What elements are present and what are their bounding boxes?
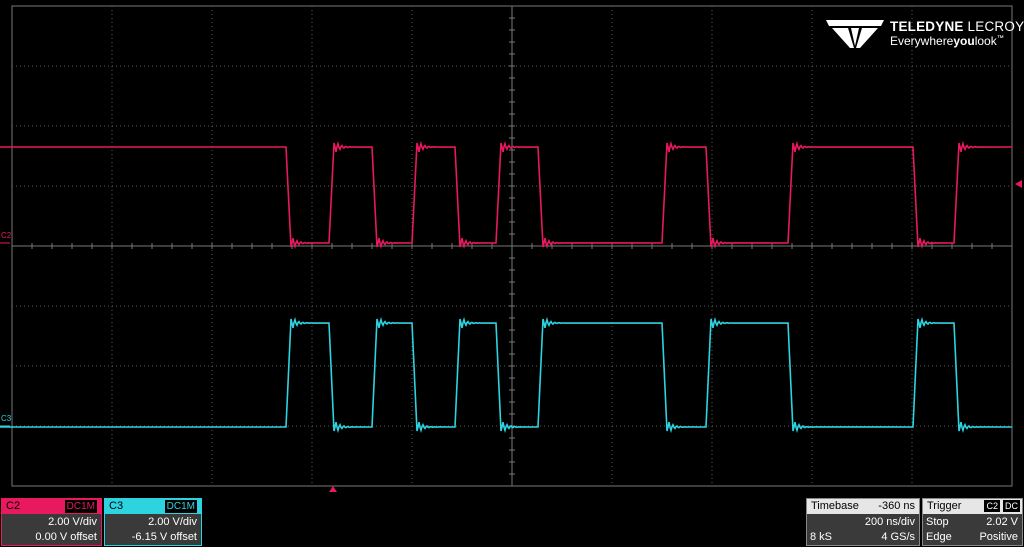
brand-name: TELEDYNE LECROY: [890, 19, 1024, 34]
trace-c2: [0, 140, 1013, 250]
timebase-rate: 4 GS/s: [881, 531, 915, 543]
graticule: [11, 5, 1013, 487]
c3-descriptor-header: C3 DC1M: [105, 499, 201, 514]
teledyne-logo-icon: [826, 20, 884, 48]
timebase-header: Timebase -360 ns: [807, 499, 919, 514]
trigger-position-marker[interactable]: [329, 486, 337, 492]
scope-display: [0, 5, 1022, 492]
trace-c3-path: [0, 316, 1013, 434]
trace-c3: [0, 316, 1013, 434]
timebase-per-div: 200 ns/div: [864, 516, 915, 528]
teledyne-lecroy-logo: TELEDYNE LECROY Everywhereyoulook™: [826, 16, 1024, 50]
c3-descriptor[interactable]: C3 DC1M 2.00 V/div -6.15 V offset: [104, 498, 202, 546]
timebase-samples: 8 kS: [810, 531, 833, 543]
c2-coupling: DC1M: [64, 500, 97, 513]
c3-name: C3: [109, 500, 124, 512]
c2-descriptor[interactable]: C2 DC1M 2.00 V/div 0.00 V offset: [1, 498, 102, 546]
brand-tagline: Everywhereyoulook™: [890, 34, 1004, 48]
timebase-title: Timebase: [811, 500, 859, 512]
trigger-title: Trigger: [927, 500, 962, 512]
trigger-type: Edge: [926, 531, 952, 543]
c2-ground-label: C2: [1, 231, 12, 240]
timebase-delay: -360 ns: [878, 500, 915, 512]
c2-descriptor-header: C2 DC1M: [2, 499, 101, 514]
trigger-slope: Positive: [979, 531, 1018, 543]
trigger-source: C2: [984, 500, 1000, 512]
c2-offset: 0.00 V offset: [35, 531, 97, 543]
timebase-descriptor[interactable]: Timebase -360 ns 200 ns/div 8 kS 4 GS/s: [806, 498, 920, 546]
trigger-mode: Stop: [926, 516, 949, 528]
trigger-descriptor[interactable]: Trigger C2 DC Stop 2.02 V Edge Positive: [922, 498, 1023, 546]
c3-coupling: DC1M: [164, 500, 197, 513]
trigger-level-marker[interactable]: [1015, 180, 1022, 188]
c2-vdiv: 2.00 V/div: [48, 516, 97, 528]
trigger-header: Trigger C2 DC: [923, 499, 1022, 514]
c3-vdiv: 2.00 V/div: [148, 516, 197, 528]
trace-c2-path: [0, 140, 1013, 250]
c3-ground-label: C3: [1, 414, 12, 423]
trigger-coupling: DC: [1003, 500, 1020, 512]
c2-name: C2: [6, 500, 21, 512]
trigger-level: 2.02 V: [986, 516, 1018, 528]
c3-offset: -6.15 V offset: [131, 531, 197, 543]
